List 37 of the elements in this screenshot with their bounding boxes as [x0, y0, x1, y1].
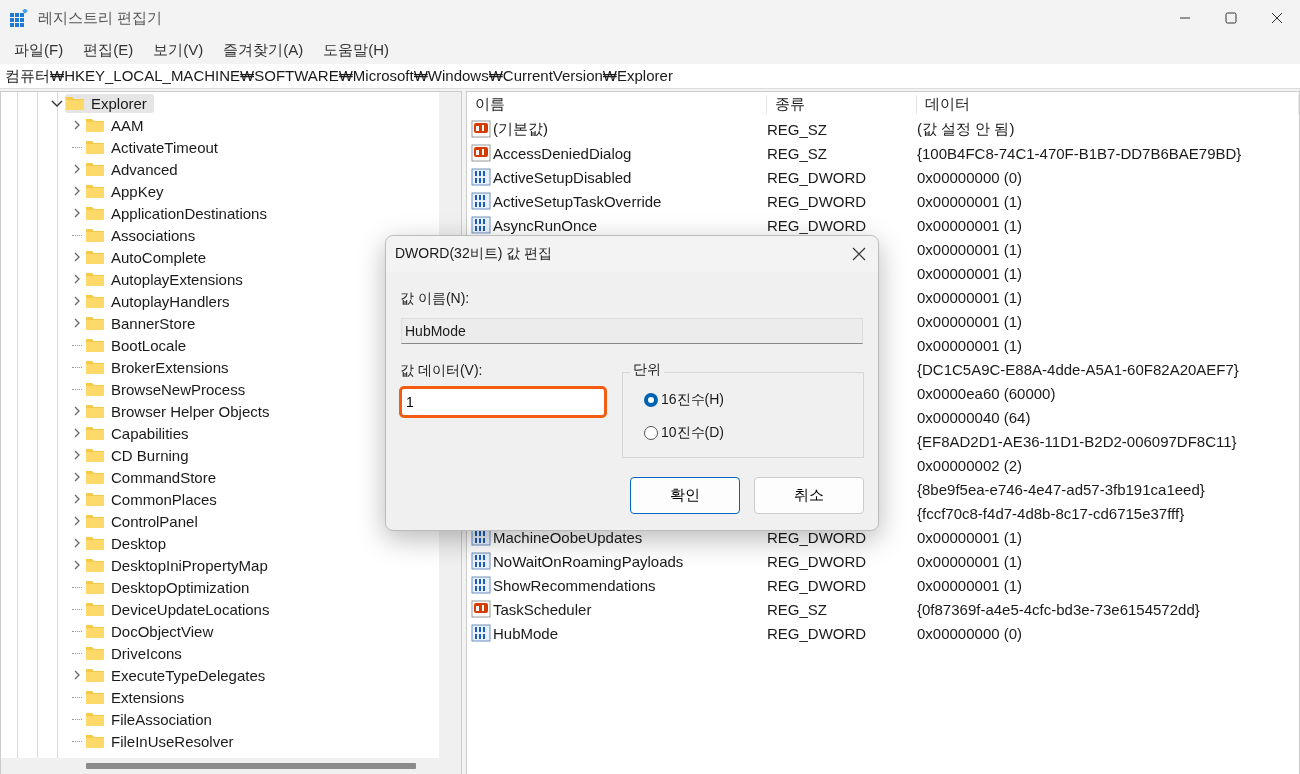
value-data: 0x00000001 (1): [917, 288, 1023, 306]
value-data: 0x00000001 (1): [917, 216, 1023, 234]
value-data: 0x00000001 (1): [917, 240, 1023, 258]
field-label: 값 이름(N):: [400, 290, 470, 308]
dialog-title: DWORD(32비트) 값 편집: [395, 245, 553, 263]
value-type: REG_DWORD: [767, 192, 867, 210]
value-data: 0x0000ea60 (60000): [917, 384, 1056, 402]
value-data: 0x00000000 (0): [917, 624, 1023, 642]
value-data: {DC1C5A9C-E88A-4dde-A5A1-60F82A20AEF7}: [917, 360, 1239, 378]
window-title: 레지스트리 편집기: [38, 8, 163, 28]
value-data: 0x00000001 (1): [917, 576, 1023, 594]
value-data: {8be9f5ea-e746-4e47-ad57-3fb191ca1eed}: [917, 480, 1205, 498]
value-type: REG_DWORD: [767, 576, 867, 594]
value-data: 0x00000001 (1): [917, 264, 1023, 282]
value-data: (값 설정 안 됨): [917, 119, 1015, 137]
value-data: 0x00000040 (64): [917, 408, 1031, 426]
value-type: REG_SZ: [767, 120, 827, 138]
value-data: {0f87369f-a4e5-4cfc-bd3e-73e6154572dd}: [917, 600, 1200, 618]
value-type: REG_DWORD: [767, 168, 867, 186]
value-data: 0x00000001 (1): [917, 336, 1023, 354]
value-data: 0x00000001 (1): [917, 528, 1023, 546]
value-data: {100B4FC8-74C1-470F-B1B7-DD7B6BAE79BD}: [917, 144, 1242, 162]
field-label: 값 데이터(V):: [400, 362, 483, 380]
value-type: REG_DWORD: [767, 624, 867, 642]
value-data: 0x00000002 (2): [917, 456, 1023, 474]
value-type: REG_DWORD: [767, 552, 867, 570]
value-data: 0x00000001 (1): [917, 192, 1023, 210]
value-data: 0x00000000 (0): [917, 168, 1023, 186]
group-label: 단위: [630, 361, 664, 379]
value-data: {fccf70c8-f4d7-4d8b-8c17-cd6715e37fff}: [917, 504, 1185, 522]
value-data: 0x00000001 (1): [917, 312, 1023, 330]
value-type: REG_SZ: [767, 144, 827, 162]
value-data: 0x00000001 (1): [917, 552, 1023, 570]
value-type: REG_DWORD: [767, 216, 867, 234]
value-type: REG_DWORD: [767, 528, 867, 546]
value-data: {EF8AD2D1-AE36-11D1-B2D2-006097DF8C11}: [917, 432, 1237, 450]
value-type: REG_SZ: [767, 600, 827, 618]
